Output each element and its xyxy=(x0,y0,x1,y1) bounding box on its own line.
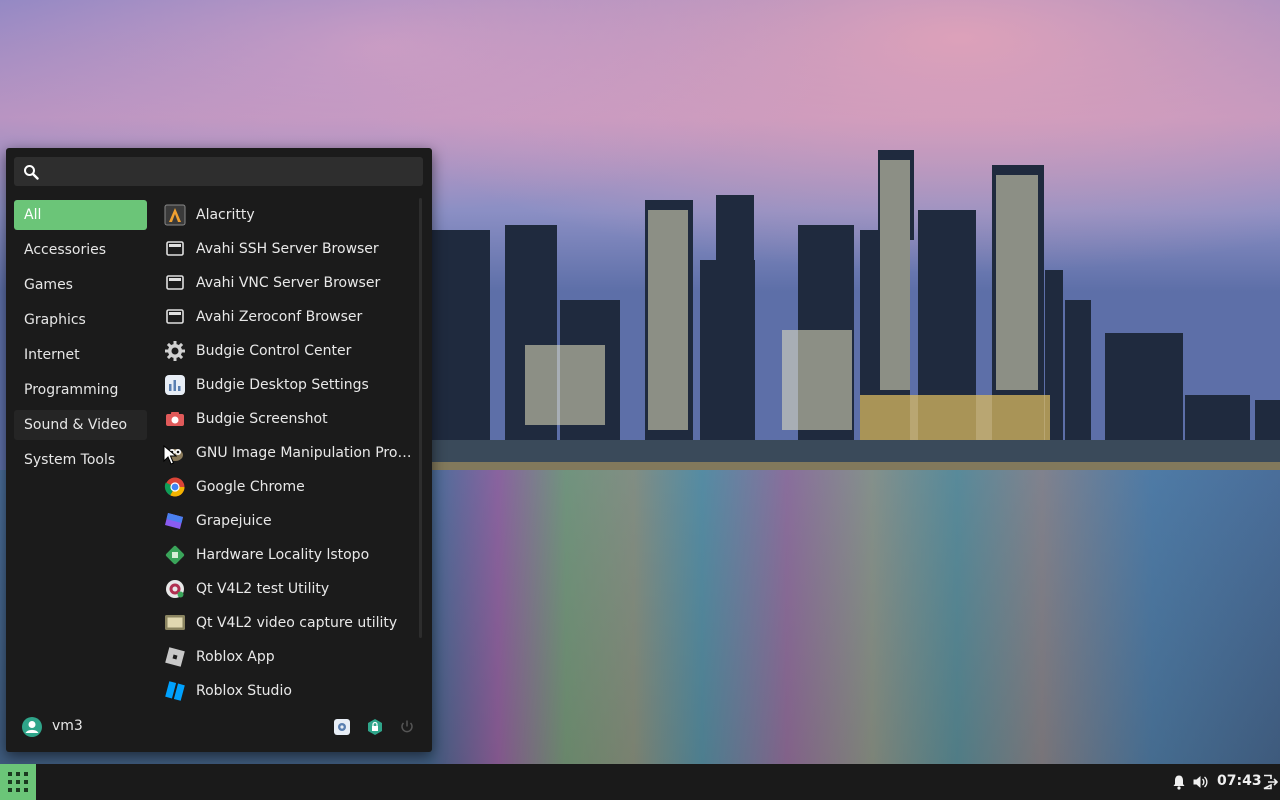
app-menu-button[interactable] xyxy=(0,764,36,800)
network-browser-icon xyxy=(164,306,186,328)
app-item-avahi-ssh[interactable]: Avahi SSH Server Browser xyxy=(156,232,418,266)
notification-bell-icon[interactable] xyxy=(1171,774,1187,790)
app-item-qt-v4l2-capture[interactable]: Qt V4L2 video capture utility xyxy=(156,606,418,640)
app-grid-icon xyxy=(8,772,28,792)
alacritty-icon xyxy=(164,204,186,226)
desktop-settings-icon xyxy=(164,374,186,396)
app-item-roblox-app[interactable]: Roblox App xyxy=(156,640,418,674)
app-label: Roblox Studio xyxy=(196,683,292,699)
settings-shortcut-icon[interactable] xyxy=(333,718,351,736)
app-label: Avahi VNC Server Browser xyxy=(196,275,381,291)
app-item-gimp[interactable]: GNU Image Manipulation Program xyxy=(156,436,418,470)
bottom-panel: 07:43 xyxy=(0,764,1280,800)
gear-icon xyxy=(164,340,186,362)
network-browser-icon xyxy=(164,238,186,260)
avatar[interactable] xyxy=(21,716,43,738)
category-internet[interactable]: Internet xyxy=(14,340,147,370)
qv4l2-icon xyxy=(164,578,186,600)
search-box[interactable] xyxy=(14,157,423,188)
app-label: Budgie Desktop Settings xyxy=(196,377,369,393)
category-accessories[interactable]: Accessories xyxy=(14,235,147,265)
app-label: Avahi SSH Server Browser xyxy=(196,241,379,257)
app-item-budgie-desktop-settings[interactable]: Budgie Desktop Settings xyxy=(156,368,418,402)
app-label: GNU Image Manipulation Program xyxy=(196,445,418,461)
app-label: Avahi Zeroconf Browser xyxy=(196,309,363,325)
search-icon xyxy=(24,165,39,180)
app-label: Budgie Control Center xyxy=(196,343,352,359)
app-label: Qt V4L2 test Utility xyxy=(196,581,330,597)
app-item-hardware-locality-lstopo[interactable]: Hardware Locality lstopo xyxy=(156,538,418,572)
app-label: Roblox App xyxy=(196,649,275,665)
category-graphics[interactable]: Graphics xyxy=(14,305,147,335)
category-sound-video[interactable]: Sound & Video xyxy=(14,410,147,440)
volume-icon[interactable] xyxy=(1192,774,1208,790)
app-label: Alacritty xyxy=(196,207,255,223)
app-item-avahi-zeroconf[interactable]: Avahi Zeroconf Browser xyxy=(156,300,418,334)
app-item-roblox-studio[interactable]: Roblox Studio xyxy=(156,674,418,708)
camera-icon xyxy=(164,408,186,430)
category-system-tools[interactable]: System Tools xyxy=(14,445,147,475)
roblox-icon xyxy=(164,646,186,668)
app-label: Google Chrome xyxy=(196,479,305,495)
category-all[interactable]: All xyxy=(14,200,147,230)
app-label: Hardware Locality lstopo xyxy=(196,547,370,563)
category-list: All Accessories Games Graphics Internet … xyxy=(14,200,147,480)
chrome-icon xyxy=(164,476,186,498)
app-list: Alacritty Avahi SSH Server Browser Avahi… xyxy=(156,198,418,708)
app-item-qt-v4l2-test[interactable]: Qt V4L2 test Utility xyxy=(156,572,418,606)
app-item-alacritty[interactable]: Alacritty xyxy=(156,198,418,232)
lock-screen-icon[interactable] xyxy=(366,718,384,736)
app-item-google-chrome[interactable]: Google Chrome xyxy=(156,470,418,504)
roblox-studio-icon xyxy=(164,680,186,702)
app-item-avahi-vnc[interactable]: Avahi VNC Server Browser xyxy=(156,266,418,300)
video-capture-icon xyxy=(164,612,186,634)
category-programming[interactable]: Programming xyxy=(14,375,147,405)
lstopo-icon xyxy=(164,544,186,566)
search-input[interactable] xyxy=(48,157,422,188)
grapejuice-icon xyxy=(164,510,186,532)
app-list-scrollbar[interactable] xyxy=(419,198,422,638)
mouse-pointer-icon xyxy=(163,445,177,465)
power-icon[interactable] xyxy=(398,718,416,736)
logout-icon[interactable] xyxy=(1262,774,1278,790)
application-menu: All Accessories Games Graphics Internet … xyxy=(6,148,432,752)
clock[interactable]: 07:43 xyxy=(1217,773,1262,789)
network-browser-icon xyxy=(164,272,186,294)
app-label: Budgie Screenshot xyxy=(196,411,328,427)
user-name[interactable]: vm3 xyxy=(52,718,83,734)
app-item-grapejuice[interactable]: Grapejuice xyxy=(156,504,418,538)
user-bar: vm3 xyxy=(6,714,432,744)
app-item-budgie-screenshot[interactable]: Budgie Screenshot xyxy=(156,402,418,436)
app-item-budgie-control-center[interactable]: Budgie Control Center xyxy=(156,334,418,368)
category-games[interactable]: Games xyxy=(14,270,147,300)
app-label: Grapejuice xyxy=(196,513,272,529)
app-label: Qt V4L2 video capture utility xyxy=(196,615,398,631)
